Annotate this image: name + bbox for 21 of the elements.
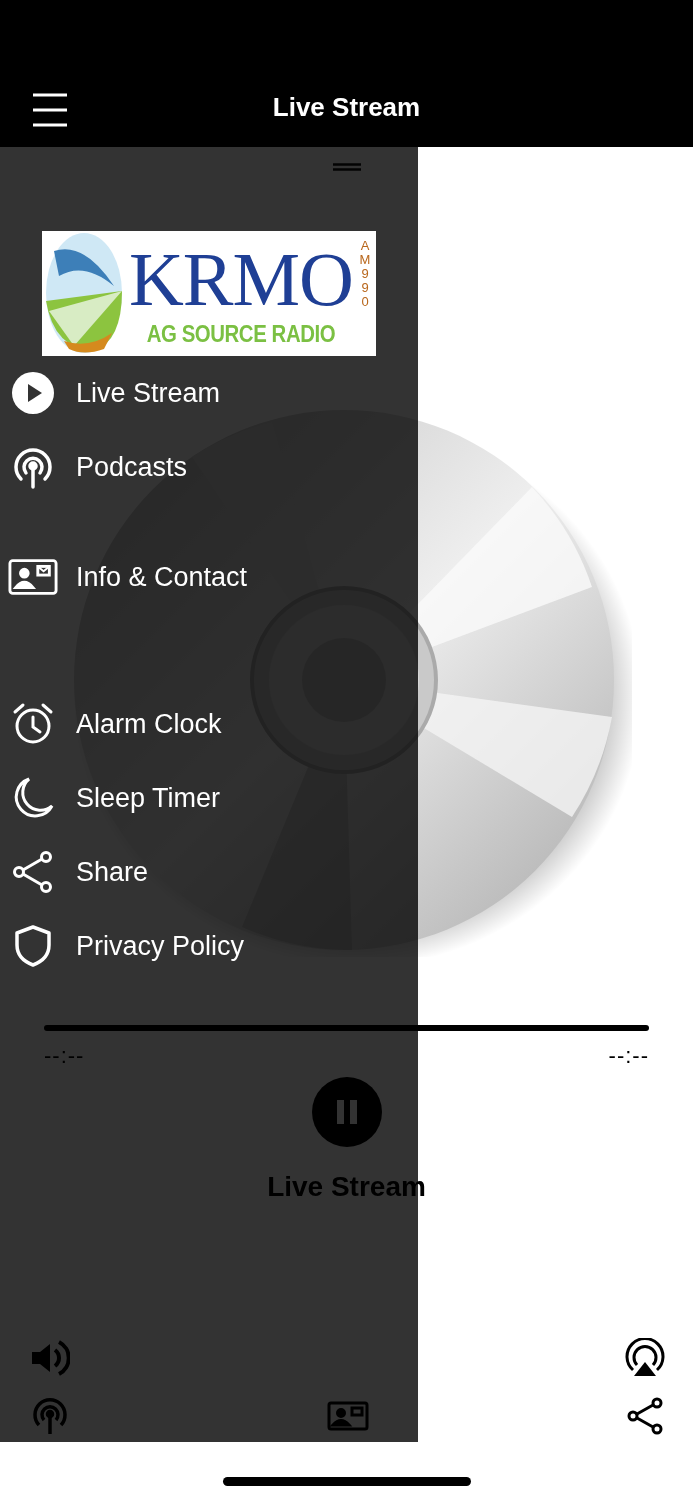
airplay-icon[interactable] [625,1338,665,1378]
alarm-clock-icon [11,702,55,746]
menu-item[interactable]: Share [0,835,418,909]
elapsed-time: --:-- [44,1043,85,1069]
play-icon [11,371,55,415]
screen-title: Live Stream [272,91,421,124]
share-icon[interactable] [625,1396,665,1436]
remaining-time: --:-- [608,1043,649,1069]
menu-item[interactable]: Info & Contact [0,540,418,614]
podcast-icon [11,445,55,489]
logo-wordmark: KRMO [128,238,353,319]
menu-item[interactable]: Alarm Clock [0,687,418,761]
menu-item[interactable]: Sleep Timer [0,761,418,835]
contact-card-icon [8,558,58,596]
menu-icon[interactable] [33,93,67,127]
share-icon [11,850,55,894]
menu-item[interactable]: Live Stream [0,356,418,430]
logo-tagline: AG SOURCE RADIO [146,318,336,349]
menu-item[interactable]: Podcasts [0,430,418,504]
logo-frequency-label: AM 990 [358,239,372,309]
menu-item[interactable]: Privacy Policy [0,909,418,983]
